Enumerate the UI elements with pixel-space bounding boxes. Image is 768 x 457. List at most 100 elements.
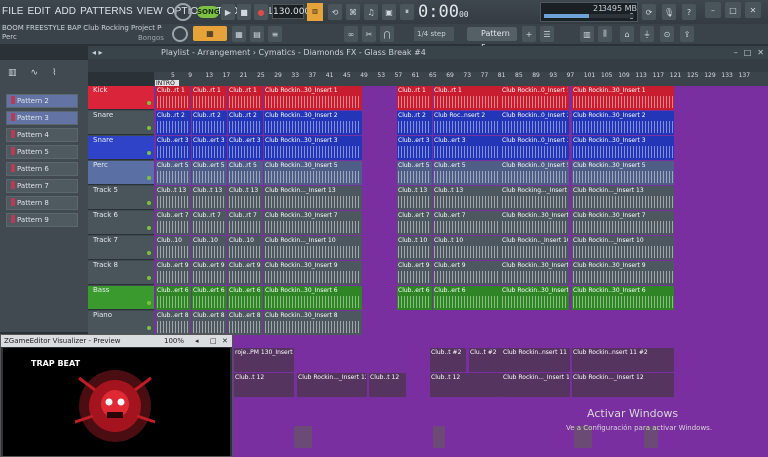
playlist-clip[interactable]: Club Rockin..30_Insert 2 bbox=[264, 111, 362, 135]
record-icon[interactable]: ● bbox=[254, 4, 268, 20]
playlist-clip[interactable]: roje..PM 130_Insert 11 bbox=[234, 348, 294, 372]
master-volume-knob[interactable] bbox=[174, 3, 192, 21]
playlist-clip[interactable]: Club Rockin..30_Insert 1 bbox=[572, 86, 674, 110]
playlist-clip[interactable]: Club..ert 3 bbox=[192, 136, 227, 160]
pattern-item[interactable]: Pattern 7 bbox=[6, 179, 78, 193]
playlist-clip[interactable]: Club Rockin..30_Insert 3 bbox=[572, 136, 674, 160]
playlist-clip[interactable]: Club Rockin..._Insert 12 bbox=[297, 373, 367, 397]
playlist-clip[interactable]: Club Rockin..30_Insert 5 bbox=[572, 161, 674, 185]
pattern-item[interactable]: Pattern 8 bbox=[6, 196, 78, 210]
playlist-clip[interactable]: Club..ert 9 bbox=[156, 261, 191, 285]
playlist-clip[interactable]: Club..ert 8 bbox=[156, 311, 191, 335]
menu-patterns[interactable]: PATTERNS bbox=[78, 0, 135, 24]
playlist-clip[interactable]: Club..ert 6 bbox=[192, 286, 227, 310]
playlist-clip[interactable]: Club Rockin..30_Insert 7 bbox=[501, 211, 569, 235]
playlist-clip[interactable]: Club..ert 3 bbox=[433, 136, 501, 160]
magnet-icon[interactable]: ⋂ bbox=[380, 26, 394, 42]
playlist-clip[interactable]: Club..rt 1 bbox=[156, 86, 191, 110]
track-mute-icon[interactable] bbox=[147, 226, 151, 230]
playlist-clip[interactable]: Club..rt 2 bbox=[192, 111, 227, 135]
playlist-clip[interactable]: Club..ert 6 bbox=[397, 286, 432, 310]
playlist-clip[interactable]: Club..ert 6 bbox=[433, 286, 501, 310]
close-icon[interactable]: ✕ bbox=[745, 2, 761, 18]
playlist-clip[interactable]: Club Roc..nsert 2 bbox=[433, 111, 501, 135]
playlist-clip[interactable]: Club..ert 9 bbox=[397, 261, 432, 285]
playlist-clip[interactable]: Club Rockin..30_Insert 9 bbox=[501, 261, 569, 285]
step-icon[interactable]: ▣ bbox=[382, 4, 396, 20]
pattern-item[interactable]: Pattern 2 bbox=[6, 94, 78, 108]
playlist-clip[interactable]: Club..ert 5 bbox=[433, 161, 501, 185]
playlist-clip[interactable]: Club..10 bbox=[192, 236, 227, 260]
playlist-clip[interactable]: Club Rockin..0_Insert 1 bbox=[501, 86, 569, 110]
playlist-clip[interactable]: Club..ert 5 bbox=[192, 161, 227, 185]
help-icon[interactable]: ? bbox=[682, 4, 696, 20]
playlist-minimize-icon[interactable]: – bbox=[734, 46, 738, 59]
play-icon[interactable]: ▶ bbox=[221, 4, 235, 20]
share-icon[interactable]: ⇪ bbox=[680, 26, 694, 42]
playlist-clip[interactable]: Club..t 13 bbox=[192, 186, 227, 210]
preview-max-icon[interactable]: □ bbox=[210, 335, 217, 347]
maximize-icon[interactable]: □ bbox=[725, 2, 741, 18]
playlist-clip[interactable]: Club..ert 9 bbox=[433, 261, 501, 285]
track-mute-icon[interactable] bbox=[147, 101, 151, 105]
playlist-clip[interactable]: Club..ert 3 bbox=[228, 136, 263, 160]
track-mute-icon[interactable] bbox=[147, 276, 151, 280]
track-header[interactable]: Track 7 bbox=[88, 236, 154, 260]
playlist-clip[interactable]: Club..ert 3 bbox=[156, 136, 191, 160]
playlist-clip[interactable]: Club Rockin..30_Insert 8 bbox=[264, 311, 362, 335]
playlist-clip[interactable]: Club..rt 2 bbox=[156, 111, 191, 135]
playlist-clip[interactable]: Club Rockin..._Insert 13 bbox=[572, 186, 674, 210]
track-header[interactable]: Snare bbox=[88, 136, 154, 160]
playlist-clip[interactable]: Club Rockin..30_Insert 9 bbox=[264, 261, 362, 285]
piano-roll-icon[interactable]: ▤ bbox=[250, 26, 264, 42]
playlist-clip[interactable]: Club..t 13 bbox=[156, 186, 191, 210]
lock-icon[interactable]: ⊙ bbox=[660, 26, 674, 42]
link-icon[interactable]: ∞ bbox=[344, 26, 358, 42]
playlist-clip[interactable]: Club Rockin..._Insert 12 bbox=[502, 373, 570, 397]
pitch-knob[interactable] bbox=[172, 26, 188, 42]
playlist-clip[interactable]: Club..t 12 bbox=[430, 373, 502, 397]
playlist-clip[interactable]: Club Rockin..30_Insert 6 bbox=[264, 286, 362, 310]
playlist-clip[interactable]: Club..t 13 bbox=[228, 186, 263, 210]
pattern-icon[interactable]: ▦ bbox=[232, 26, 246, 42]
playlist-clip[interactable]: Club Rockin..30_Insert 7 bbox=[264, 211, 362, 235]
menu-add[interactable]: ADD bbox=[53, 0, 78, 24]
track-mute-icon[interactable] bbox=[147, 151, 151, 155]
playlist-clip[interactable]: Club..rt 7 bbox=[192, 211, 227, 235]
playlist-clip[interactable]: Club Rocking..._Insert 13 bbox=[501, 186, 569, 210]
wave-icon[interactable]: ∿ bbox=[31, 68, 39, 78]
piano-icon[interactable]: ▥ bbox=[8, 68, 17, 78]
mixer-icon[interactable]: ≡ bbox=[268, 26, 282, 42]
add-pattern-icon[interactable]: + bbox=[522, 26, 536, 42]
menu-edit[interactable]: EDIT bbox=[26, 0, 53, 24]
playlist-clip[interactable]: Club Rockin.._Insert 10 bbox=[501, 236, 569, 260]
pattern-item[interactable]: Pattern 4 bbox=[6, 128, 78, 142]
track-header[interactable]: Track 5 bbox=[88, 186, 154, 210]
playlist-clip[interactable]: Club Rockin..nsert 11 #2 bbox=[502, 348, 570, 372]
playlist-clip[interactable]: Club..rt 5 bbox=[228, 161, 263, 185]
playlist-clip[interactable]: Club..ert 3 bbox=[397, 136, 432, 160]
channel-rack-icon[interactable]: ▥ bbox=[580, 26, 594, 42]
feedback-icon[interactable]: ⟳ bbox=[642, 4, 656, 20]
track-mute-icon[interactable] bbox=[147, 301, 151, 305]
playlist-clip[interactable]: Club..ert 8 bbox=[192, 311, 227, 335]
playlist-clip[interactable]: Club..rt 1 bbox=[433, 86, 501, 110]
timeline-ruler[interactable]: 5 9 13 17 21 25 29 33 37 41 45 49 53 57 61 65 69 73 77 81 85… bbox=[154, 72, 768, 86]
pattern-item[interactable]: Pattern 9 bbox=[6, 213, 78, 227]
track-mute-icon[interactable] bbox=[147, 176, 151, 180]
playlist-clip[interactable]: Club..ert 7 bbox=[433, 211, 501, 235]
metronome-icon[interactable]: ▥ bbox=[307, 3, 323, 21]
pattern-item[interactable]: Pattern 5 bbox=[6, 145, 78, 159]
track-header[interactable]: Piano bbox=[88, 311, 154, 335]
fx-clip[interactable] bbox=[433, 426, 445, 448]
mixer-view-icon[interactable]: ⫼ bbox=[598, 26, 612, 42]
track-mute-icon[interactable] bbox=[147, 201, 151, 205]
blend-icon[interactable]: ⌘ bbox=[346, 4, 360, 20]
track-header[interactable]: Kick bbox=[88, 86, 154, 110]
playlist-clip[interactable]: Club..10 bbox=[156, 236, 191, 260]
playlist-clip[interactable]: Club..ert 7 bbox=[397, 211, 432, 235]
playlist-maximize-icon[interactable]: □ bbox=[744, 46, 752, 59]
track-mute-icon[interactable] bbox=[147, 251, 151, 255]
track-header[interactable]: Bass bbox=[88, 286, 154, 310]
playlist-clip[interactable]: Club Rockin..30_Insert 1 bbox=[264, 86, 362, 110]
